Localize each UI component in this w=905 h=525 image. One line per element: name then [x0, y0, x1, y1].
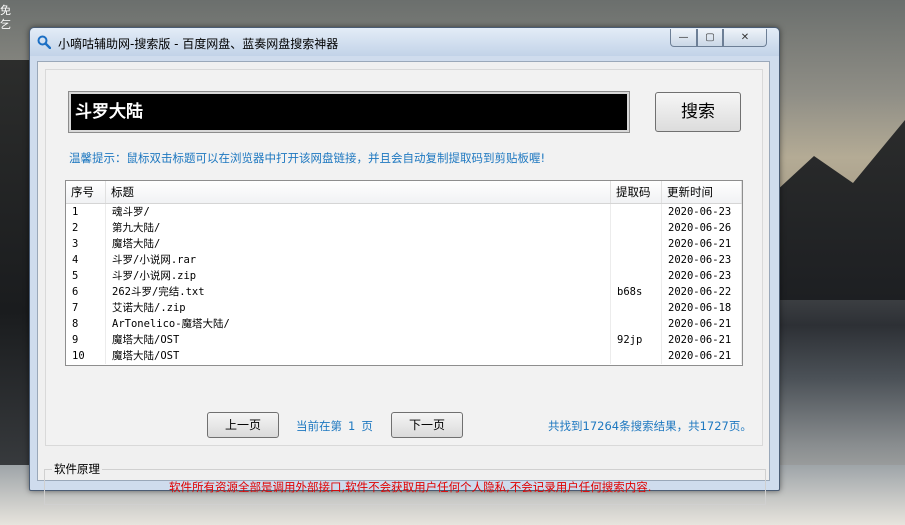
- cell-code: [611, 316, 662, 332]
- cell-title: 魂斗罗/: [106, 204, 611, 220]
- cell-date: 2020-06-22: [662, 284, 742, 300]
- cell-title: 魔塔大陆/: [106, 236, 611, 252]
- current-page-suffix: 页: [361, 419, 373, 433]
- cell-code: [611, 236, 662, 252]
- cell-index: 9: [66, 332, 106, 348]
- cell-date: 2020-06-21: [662, 332, 742, 348]
- results-table: 序号 标题 提取码 更新时间 1 魂斗罗/2020-06-23 2 第九大陆/2020…: [65, 180, 743, 366]
- cell-index: 2: [66, 220, 106, 236]
- table-row[interactable]: 10 魔塔大陆/OST 2020-06-21: [66, 348, 742, 364]
- cell-index: 10: [66, 348, 106, 364]
- search-panel: 斗罗大陆 搜索 温馨提示：鼠标双击标题可以在浏览器中打开该网盘链接，并且会自动复…: [45, 69, 763, 446]
- maximize-button[interactable]: ▢: [697, 29, 723, 47]
- cell-date: 2020-06-23: [662, 204, 742, 220]
- cell-index: 1: [66, 204, 106, 220]
- cell-title: 魔塔大陆/OST: [106, 348, 611, 364]
- cell-date: 2020-06-23: [662, 252, 742, 268]
- column-header-title[interactable]: 标题: [106, 181, 611, 203]
- title-bar[interactable]: 小嘀咕辅助网-搜索版 - 百度网盘、蓝奏网盘搜索神器 — ▢ ✕: [30, 28, 779, 56]
- desktop-icon-label[interactable]: 免 乞: [0, 4, 11, 32]
- window-title: 小嘀咕辅助网-搜索版 - 百度网盘、蓝奏网盘搜索神器: [58, 37, 339, 51]
- cell-title: 魔塔大陆/OST: [106, 332, 611, 348]
- table-row[interactable]: 7 艾诺大陆/.zip 2020-06-18: [66, 300, 742, 316]
- table-row[interactable]: 5 斗罗/小说网.zip 2020-06-23: [66, 268, 742, 284]
- column-header-index[interactable]: 序号: [66, 181, 106, 203]
- table-row[interactable]: 2 第九大陆/2020-06-26: [66, 220, 742, 236]
- cell-date: 2020-06-21: [662, 316, 742, 332]
- cell-date: 2020-06-18: [662, 300, 742, 316]
- cell-index: 4: [66, 252, 106, 268]
- principle-title: 软件原理: [52, 461, 102, 477]
- cell-code: [611, 252, 662, 268]
- cell-title: 第九大陆/: [106, 220, 611, 236]
- search-input[interactable]: 斗罗大陆: [68, 91, 630, 133]
- table-row[interactable]: 9 魔塔大陆/OST 92jp 2020-06-21: [66, 332, 742, 348]
- next-page-button[interactable]: 下一页: [391, 412, 463, 438]
- cell-title: 斗罗/小说网.rar: [106, 252, 611, 268]
- cell-code: [611, 204, 662, 220]
- cell-code: [611, 220, 662, 236]
- cell-index: 6: [66, 284, 106, 300]
- current-page-prefix: 当前在第: [296, 419, 342, 433]
- privacy-notice: 软件所有资源全部是调用外部接口,软件不会获取用户任何个人隐私,不会记录用户任何搜…: [169, 480, 652, 494]
- maximize-icon: ▢: [705, 32, 715, 43]
- window-client: 斗罗大陆 搜索 温馨提示：鼠标双击标题可以在浏览器中打开该网盘链接，并且会自动复…: [37, 61, 770, 505]
- current-page-indicator: 当前在第 1 页: [296, 418, 373, 434]
- cell-date: 2020-06-26: [662, 220, 742, 236]
- table-row[interactable]: 6 262斗罗/完结.txt b68s 2020-06-22: [66, 284, 742, 300]
- cell-code: [611, 300, 662, 316]
- search-icon: [37, 35, 51, 49]
- search-button[interactable]: 搜索: [655, 92, 741, 132]
- hint-text: 温馨提示：鼠标双击标题可以在浏览器中打开该网盘链接，并且会自动复制提取码到剪贴板…: [69, 151, 546, 165]
- desktop-wallpaper-right: [775, 120, 905, 300]
- table-header: 序号 标题 提取码 更新时间: [66, 181, 742, 204]
- cell-title: 262斗罗/完结.txt: [106, 284, 611, 300]
- cell-title: ArTonelico-魔塔大陆/: [106, 316, 611, 332]
- prev-page-button[interactable]: 上一页: [207, 412, 279, 438]
- cell-date: 2020-06-23: [662, 268, 742, 284]
- cell-title: 斗罗/小说网.zip: [106, 268, 611, 284]
- cell-index: 5: [66, 268, 106, 284]
- minimize-button[interactable]: —: [670, 29, 697, 47]
- table-row[interactable]: 4 斗罗/小说网.rar 2020-06-23: [66, 252, 742, 268]
- cell-date: 2020-06-21: [662, 348, 742, 364]
- cell-date: 2020-06-21: [662, 236, 742, 252]
- minimize-icon: —: [678, 32, 689, 43]
- table-row[interactable]: 3 魔塔大陆/2020-06-21: [66, 236, 742, 252]
- result-summary: 共找到17264条搜索结果，共1727页。: [548, 419, 752, 433]
- table-row[interactable]: 1 魂斗罗/2020-06-23: [66, 204, 742, 220]
- cell-index: 7: [66, 300, 106, 316]
- cell-code: 92jp: [611, 332, 662, 348]
- close-icon: ✕: [740, 32, 750, 43]
- app-window: 小嘀咕辅助网-搜索版 - 百度网盘、蓝奏网盘搜索神器 — ▢ ✕ 斗罗大陆 搜索…: [29, 27, 780, 505]
- cell-code: [611, 348, 662, 364]
- column-header-date[interactable]: 更新时间: [662, 181, 742, 203]
- current-page-number: 1: [348, 419, 356, 433]
- column-header-code[interactable]: 提取码: [611, 181, 662, 203]
- close-button[interactable]: ✕: [723, 29, 767, 47]
- cell-code: [611, 268, 662, 284]
- cell-code: b68s: [611, 284, 662, 300]
- table-row[interactable]: 8 ArTonelico-魔塔大陆/2020-06-21: [66, 316, 742, 332]
- cell-title: 艾诺大陆/.zip: [106, 300, 611, 316]
- cell-index: 8: [66, 316, 106, 332]
- cell-index: 3: [66, 236, 106, 252]
